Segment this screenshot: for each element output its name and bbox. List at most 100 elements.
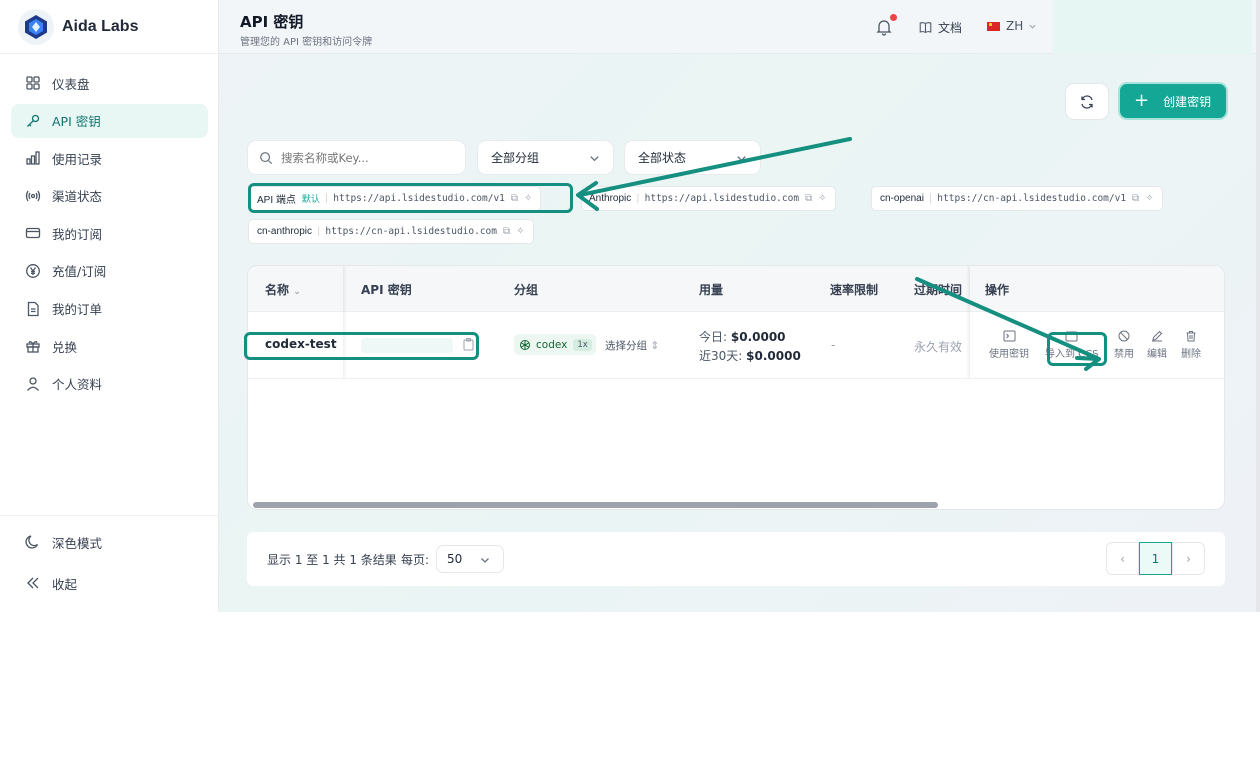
sidebar-item-api-keys[interactable]: API 密钥 [11, 103, 208, 138]
test-icon[interactable]: ✧ [516, 226, 524, 237]
sidebar-item-channel-status[interactable]: 渠道状态 [11, 179, 208, 213]
sidebar-item-label: 我的订单 [52, 302, 103, 318]
sidebar-item-profile[interactable]: 个人资料 [11, 367, 208, 401]
endpoint-url: https://cn-api.lsidestudio.com [325, 226, 497, 237]
trash-icon [1186, 331, 1196, 342]
usage-today: 今日: $0.0000 [699, 330, 786, 344]
main-content: API 密钥 管理您的 API 密钥和访问令牌 文档 ZH + 创建密钥 搜索名… [219, 0, 1256, 612]
column-header-rate-limit: 速率限制 [830, 283, 879, 297]
api-keys-table: 名称 ⌄ API 密钥 分组 用量 速率限制 过期时间 操作 codex-tes… [247, 265, 1225, 510]
double-chevron-left-icon [27, 577, 39, 589]
group-filter-select[interactable]: 全部分组 [477, 140, 614, 175]
column-header-name[interactable]: 名称 ⌄ [265, 281, 301, 298]
dark-mode-toggle[interactable]: 深色模式 [11, 525, 208, 559]
endpoint-label: Anthropic [589, 193, 632, 204]
language-selector[interactable]: ZH [987, 19, 1037, 33]
refresh-icon [1081, 94, 1093, 109]
sticky-column-shadow [966, 266, 970, 378]
collapse-sidebar-button[interactable]: 收起 [11, 566, 208, 600]
create-key-label: 创建密钥 [1163, 94, 1212, 109]
bell-icon[interactable] [875, 18, 893, 36]
rate-limit-value: - [831, 338, 836, 352]
edit-button[interactable]: 编辑 [1147, 330, 1167, 360]
search-icon [260, 151, 273, 164]
edit-icon [1152, 330, 1163, 342]
user-icon [27, 377, 39, 391]
prev-page-button[interactable]: ‹ [1106, 542, 1139, 575]
per-page-label: 每页: [401, 553, 430, 567]
copy-icon[interactable]: ⧉ [1132, 193, 1139, 204]
sidebar-item-usage[interactable]: 使用记录 [11, 141, 208, 175]
horizontal-scrollbar[interactable] [253, 502, 938, 508]
dark-mode-label: 深色模式 [52, 535, 103, 551]
book-icon [919, 22, 932, 33]
sidebar-item-recharge[interactable]: 充值/订阅 [11, 254, 208, 288]
top-header: API 密钥 管理您的 API 密钥和访问令牌 文档 ZH [219, 0, 1256, 54]
column-header-usage: 用量 [699, 283, 724, 297]
annotation-box-endpoint [248, 183, 573, 213]
bar-chart-icon [26, 151, 40, 165]
group-tag: codex 1x [514, 334, 596, 355]
status-filter-select[interactable]: 全部状态 [624, 140, 761, 175]
copy-icon[interactable]: ⧉ [503, 226, 510, 237]
column-header-actions: 操作 [985, 283, 1010, 297]
create-key-button[interactable]: + 创建密钥 [1118, 82, 1228, 120]
page-title: API 密钥 [240, 13, 304, 31]
per-page-select[interactable]: 50 [436, 545, 504, 573]
endpoint-chip-cn-openai: cn-openai | https://cn-api.lsidestudio.c… [871, 186, 1163, 211]
app-root: Aida Labs 仪表盘 API 密钥 使用记录 渠道状态 我的订阅 充值/订… [0, 0, 1260, 612]
refresh-button[interactable] [1065, 83, 1109, 120]
sidebar-item-label: 个人资料 [52, 377, 103, 393]
sidebar-item-subscriptions[interactable]: 我的订阅 [11, 216, 208, 250]
group-multiplier: 1x [573, 338, 592, 351]
annotation-box-import [1047, 332, 1107, 366]
header-decoration [1053, 0, 1252, 54]
chevron-down-icon [590, 156, 599, 162]
yen-coin-icon [26, 264, 40, 278]
window-edge [1256, 0, 1260, 612]
gift-icon [26, 341, 40, 353]
openai-icon [520, 339, 530, 350]
docs-label: 文档 [938, 21, 963, 35]
sidebar-item-label: 兑换 [52, 339, 78, 355]
plus-icon: + [1134, 90, 1150, 111]
group-name: codex [536, 338, 568, 351]
search-input[interactable] [281, 150, 451, 165]
expiry-value: 永久有效 [914, 340, 963, 354]
row-divider [248, 378, 1224, 379]
test-icon[interactable]: ✧ [818, 193, 826, 204]
page-button-current[interactable]: 1 [1139, 542, 1172, 575]
document-icon [27, 301, 39, 316]
chevron-right-icon: › [1186, 551, 1191, 566]
delete-button[interactable]: 删除 [1181, 330, 1201, 360]
annotation-box-key-row [244, 332, 479, 360]
brand[interactable]: Aida Labs [0, 0, 218, 54]
sidebar-item-redeem[interactable]: 兑换 [11, 329, 208, 363]
docs-link[interactable]: 文档 [919, 19, 962, 36]
sidebar-item-label: 使用记录 [52, 151, 103, 167]
test-icon[interactable]: ✧ [1145, 193, 1153, 204]
use-key-button[interactable]: 使用密钥 [989, 330, 1029, 360]
next-page-button[interactable]: › [1172, 542, 1205, 575]
pagination-bar: 显示 1 至 1 共 1 条结果 每页: 50 ‹ 1 › [247, 532, 1225, 586]
collapse-label: 收起 [52, 576, 78, 592]
select-group-dropdown[interactable]: 选择分组 ⇕ [605, 338, 659, 353]
column-header-api-key: API 密钥 [361, 283, 412, 297]
divider: | [636, 193, 640, 204]
status-filter-value: 全部状态 [638, 151, 687, 165]
usage-30d: 近30天: $0.0000 [699, 349, 801, 363]
sidebar-item-orders[interactable]: 我的订单 [11, 292, 208, 326]
copy-icon[interactable]: ⧉ [805, 193, 812, 204]
search-box[interactable] [247, 140, 466, 175]
sidebar-bottom: 深色模式 收起 [0, 515, 218, 607]
language-label: ZH [1006, 19, 1024, 33]
sidebar-item-dashboard[interactable]: 仪表盘 [11, 66, 208, 100]
sticky-column-shadow [343, 266, 347, 378]
disable-button[interactable]: 禁用 [1114, 330, 1134, 360]
endpoint-url: https://cn-api.lsidestudio.com/v1 [937, 193, 1127, 204]
key-icon [27, 114, 40, 127]
brand-name: Aida Labs [62, 17, 139, 35]
endpoint-chip-cn-anthropic: cn-anthropic | https://cn-api.lsidestudi… [248, 219, 534, 244]
sidebar-item-label: API 密钥 [52, 114, 101, 130]
dashboard-icon [26, 76, 40, 90]
